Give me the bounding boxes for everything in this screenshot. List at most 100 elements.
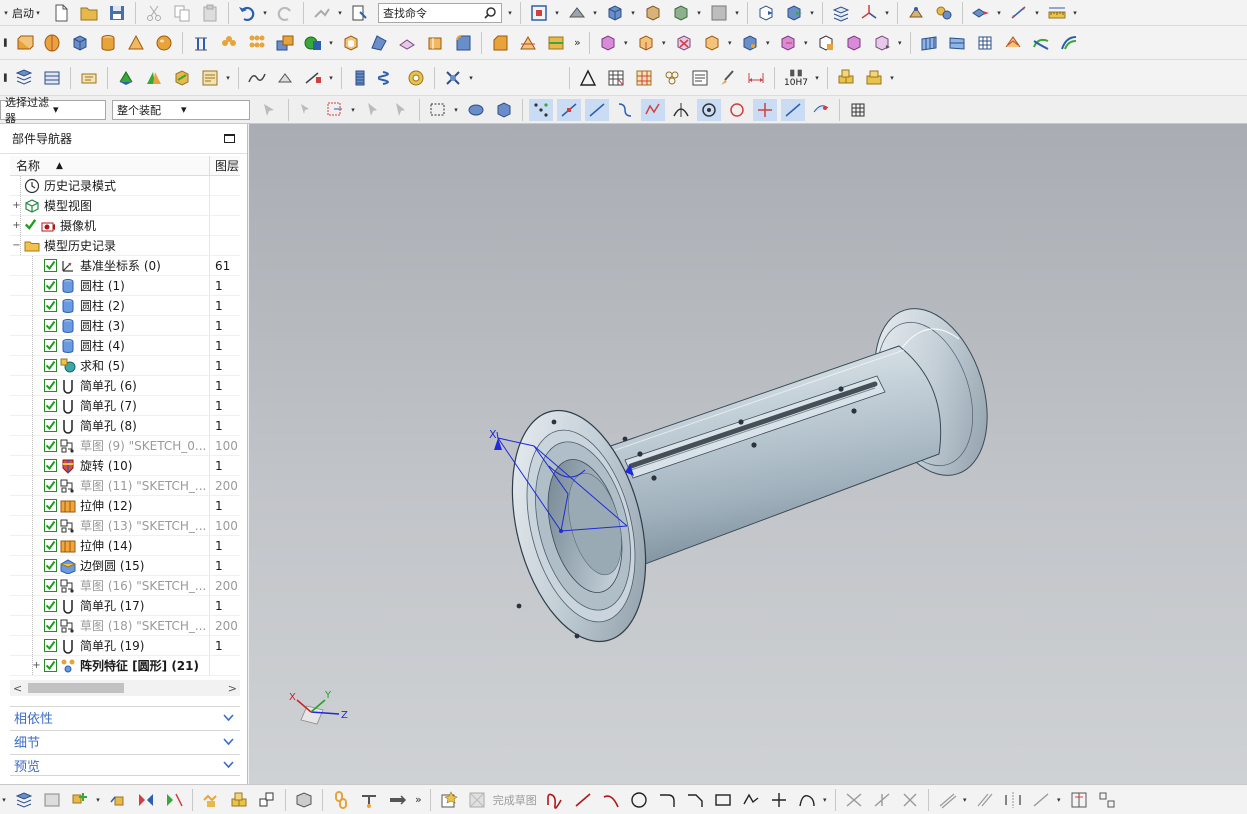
section-dependencies[interactable]: 相依性	[10, 706, 240, 728]
extract-curve-icon[interactable]	[273, 67, 297, 89]
visibility-checkbox[interactable]	[44, 619, 57, 632]
derived-curve-icon[interactable]	[1029, 789, 1053, 811]
thicken-icon[interactable]	[395, 32, 419, 54]
sketch-icon[interactable]	[437, 789, 461, 811]
tree-row[interactable]: 圆柱 (3) 1	[10, 316, 240, 336]
undo-icon[interactable]	[235, 2, 259, 24]
move-face-icon[interactable]	[596, 32, 620, 54]
snap-existing-point-icon[interactable]	[753, 98, 777, 121]
visibility-checkbox[interactable]	[44, 579, 57, 592]
background-dropdown-icon[interactable]: ▾	[733, 2, 741, 24]
ruled-surface-icon[interactable]	[917, 32, 941, 54]
sketch-rectangle-icon[interactable]	[711, 789, 735, 811]
layer-dropdown-icon[interactable]: ▾	[808, 2, 816, 24]
offset-dropdown-icon[interactable]: ▾	[961, 789, 969, 811]
save-icon[interactable]	[105, 2, 129, 24]
touch-mode-icon[interactable]	[348, 2, 372, 24]
undo-dropdown-icon[interactable]: ▾	[261, 2, 269, 24]
blocks-icon[interactable]	[227, 789, 251, 811]
fit-tolerance-icon[interactable]: 10H7	[781, 67, 811, 89]
wcs-dropdown-icon[interactable]: ▾	[883, 2, 891, 24]
repeat-dropdown-icon[interactable]: ▾	[336, 2, 344, 24]
select-feature-icon[interactable]	[295, 99, 319, 121]
tree-row[interactable]: 草图 (16) "SKETCH_... 200	[10, 576, 240, 596]
row5-dropdown-icon[interactable]: ▾	[0, 789, 8, 811]
edge-display-icon[interactable]	[641, 2, 665, 24]
select-face-icon[interactable]	[492, 99, 516, 121]
visibility-checkbox[interactable]	[44, 659, 57, 672]
row2-more-icon[interactable]: »	[574, 36, 581, 49]
pattern-feature-icon[interactable]	[245, 32, 269, 54]
note-icon[interactable]	[688, 67, 712, 89]
visibility-checkbox[interactable]	[44, 499, 57, 512]
new-component-icon[interactable]	[114, 67, 138, 89]
graphics-viewport[interactable]: X X Y Z	[249, 124, 1247, 784]
sync-dropdown-icon[interactable]: ▾	[622, 32, 630, 54]
through-curves-icon[interactable]	[945, 32, 969, 54]
tree-row[interactable]: 草图 (11) "SKETCH_... 200	[10, 476, 240, 496]
fit-dropdown-icon[interactable]: ▾	[813, 67, 821, 89]
mirror-icon[interactable]	[134, 789, 158, 811]
row5-more-icon[interactable]: »	[415, 793, 422, 806]
table-icon[interactable]	[604, 67, 628, 89]
n-sided-surface-icon[interactable]	[1029, 32, 1053, 54]
selection-scope-dropdown[interactable]: 整个装配 ▾	[112, 99, 250, 120]
select-box-dropdown-icon[interactable]: ▾	[349, 99, 357, 121]
visibility-checkbox[interactable]	[44, 259, 57, 272]
pointer-icon[interactable]	[361, 99, 385, 121]
layer-settings-icon[interactable]	[829, 2, 853, 24]
snap-quadrant-icon[interactable]	[725, 99, 749, 121]
name-column-header[interactable]: 名称 ▲	[10, 156, 210, 175]
wave-link-icon[interactable]	[199, 789, 223, 811]
new-file-icon[interactable]	[49, 2, 73, 24]
measure-distance-icon[interactable]	[1007, 2, 1031, 24]
view-section-icon[interactable]	[669, 2, 693, 24]
chain-icon[interactable]	[329, 789, 353, 811]
tree-row[interactable]: 简单孔 (7) 1	[10, 396, 240, 416]
rectangle-dropdown-icon[interactable]: ▾	[452, 99, 460, 121]
curve-sketch-icon[interactable]	[245, 67, 269, 89]
snap-point-on-curve-icon[interactable]	[781, 98, 805, 121]
show-hide-icon[interactable]	[969, 2, 993, 24]
tree-row[interactable]: 简单孔 (17) 1	[10, 596, 240, 616]
material-dropdown-icon[interactable]: ▾	[888, 67, 896, 89]
draft-icon[interactable]	[423, 32, 447, 54]
sketch-constraints-icon[interactable]	[1067, 789, 1091, 811]
trim-body-icon[interactable]	[516, 32, 540, 54]
tree-row[interactable]: + 模型视图	[10, 196, 240, 216]
ruler-dropdown-icon[interactable]: ▾	[1071, 2, 1079, 24]
edge-blend-icon[interactable]	[451, 32, 475, 54]
circles-pattern-icon[interactable]	[660, 67, 684, 89]
tree-row[interactable]: 圆柱 (2) 1	[10, 296, 240, 316]
visibility-checkbox[interactable]	[44, 399, 57, 412]
layer-column-header[interactable]: 图层	[210, 156, 239, 175]
sketch-polygon-icon[interactable]	[739, 789, 763, 811]
measure-dropdown-icon[interactable]: ▾	[1033, 2, 1041, 24]
tree-row[interactable]: 历史记录模式	[10, 176, 240, 196]
shell-icon[interactable]	[339, 32, 363, 54]
pull-dropdown-icon[interactable]: ▾	[660, 32, 668, 54]
delete-face-icon[interactable]	[672, 32, 696, 54]
sketch-line-icon[interactable]	[571, 789, 595, 811]
cylinder-icon[interactable]	[96, 32, 120, 54]
snap-point-icon[interactable]	[904, 2, 928, 24]
cad-model-view[interactable]: X X Y Z	[249, 124, 1247, 784]
snap-arc-center-icon[interactable]	[697, 98, 721, 121]
orient-dropdown-icon[interactable]: ▾	[591, 2, 599, 24]
snap-control-point-icon[interactable]	[641, 98, 665, 121]
move-component-icon[interactable]	[106, 789, 130, 811]
cut-icon[interactable]	[142, 2, 166, 24]
assembly-constraint-icon[interactable]	[932, 2, 956, 24]
scroll-left-arrow[interactable]: <	[13, 682, 22, 695]
component-properties-icon[interactable]	[40, 789, 64, 811]
resize-dropdown-icon[interactable]: ▾	[764, 32, 772, 54]
move-to-layer-icon[interactable]	[782, 2, 806, 24]
tree-row[interactable]: + 摄像机	[10, 216, 240, 236]
visibility-checkbox[interactable]	[44, 539, 57, 552]
optimize-dropdown-icon[interactable]: ▾	[896, 32, 904, 54]
extrude-icon[interactable]	[12, 32, 36, 54]
visibility-checkbox[interactable]	[44, 639, 57, 652]
mirror-assembly-icon[interactable]	[142, 67, 166, 89]
bom-icon[interactable]	[198, 67, 222, 89]
snap-point-on-face-icon[interactable]	[809, 99, 833, 121]
